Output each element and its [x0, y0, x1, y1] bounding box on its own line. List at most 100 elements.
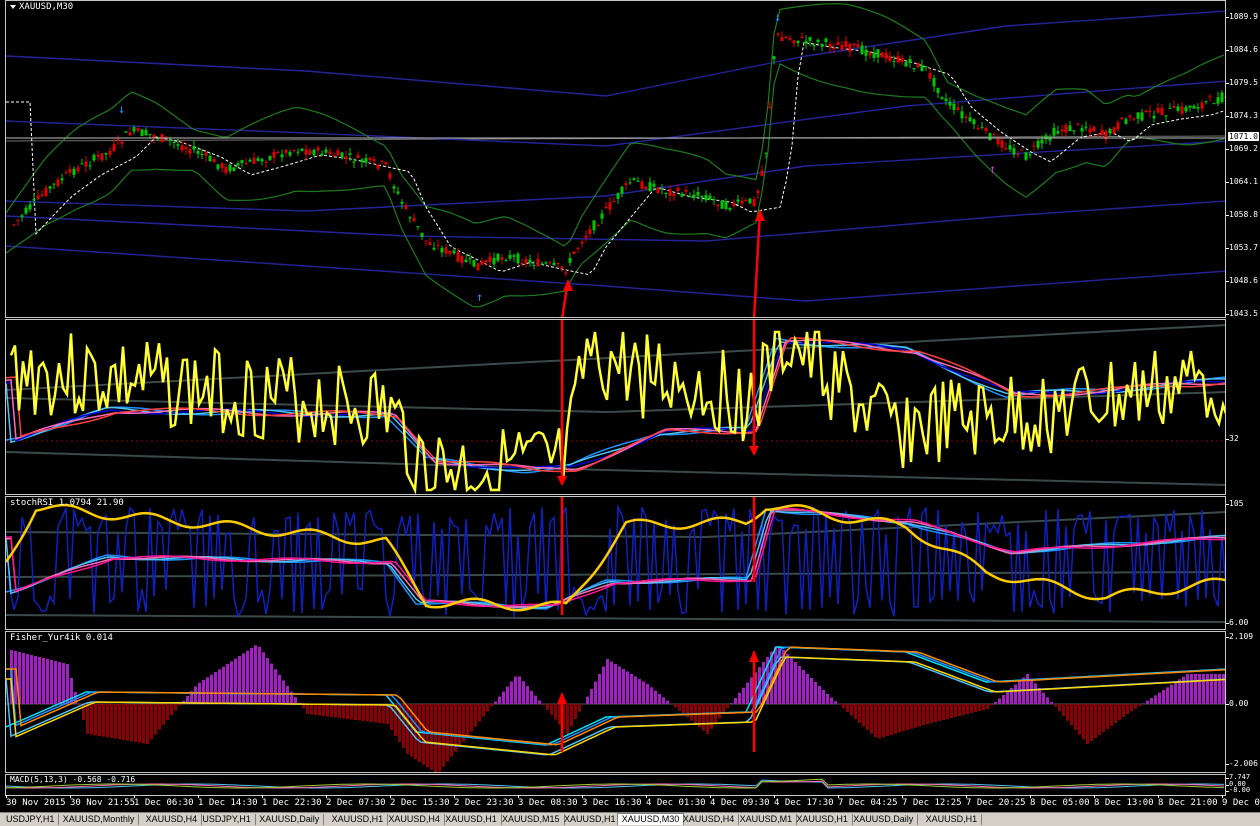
candle-body — [428, 242, 432, 245]
histogram-bar — [154, 704, 157, 735]
histogram-bar — [786, 654, 789, 704]
histogram-bar — [870, 704, 873, 734]
histogram-bar — [998, 698, 1001, 704]
candle-body — [692, 194, 696, 199]
candle-body — [532, 265, 536, 267]
chart-tab[interactable]: XAUUSD,Daily — [849, 814, 919, 825]
chart-tab[interactable]: USDJPY,H1 — [198, 814, 256, 825]
histogram-bar — [842, 704, 845, 709]
rsi-pane[interactable] — [5, 319, 1226, 495]
histogram-bar — [1154, 695, 1157, 704]
candle-body — [920, 65, 924, 71]
price-tick: 1053.7 — [1226, 243, 1258, 252]
histogram-bar — [970, 704, 973, 713]
histogram-bar — [678, 704, 681, 711]
histogram-bar — [598, 674, 601, 704]
histogram-bar — [1194, 674, 1197, 704]
candle-body — [1016, 153, 1020, 155]
macd-pane[interactable]: MACD(5,13,3) -0.568 -0.716 — [5, 774, 1226, 796]
candle-body — [1072, 130, 1076, 132]
candle-body — [544, 262, 548, 264]
candle-body — [404, 205, 408, 209]
stochrsi-pane[interactable]: stochRSI 1.0794 21.90 — [5, 496, 1226, 630]
histogram-bar — [730, 703, 733, 704]
signal-arrowhead — [563, 279, 573, 291]
signal-arrow — [752, 210, 762, 317]
histogram-bar — [946, 704, 949, 719]
fisher-pane[interactable]: Fisher_Yur4ik 0.014 — [5, 631, 1226, 773]
candle-body — [732, 202, 736, 206]
candle-body — [104, 152, 108, 155]
dropdown-icon[interactable] — [10, 4, 16, 9]
chart-tab[interactable]: XAUUSD,M30 — [616, 813, 685, 825]
candle-body — [948, 101, 952, 106]
histogram-bar — [890, 704, 893, 735]
chart-tab[interactable]: XAUUSD,H1 — [792, 814, 853, 825]
candle-body — [128, 132, 132, 136]
fractal-arrow: ↑ — [989, 162, 996, 176]
candle-body — [220, 163, 224, 169]
histogram-bar — [734, 698, 737, 704]
histogram-bar — [574, 704, 577, 719]
candle-body — [796, 40, 800, 43]
candle-body — [248, 159, 252, 162]
chart-tab[interactable]: XAUUSD,Daily — [255, 814, 325, 825]
candle-body — [812, 45, 816, 47]
macd-canvas — [6, 778, 1225, 789]
candle-body — [16, 219, 20, 221]
chart-tab[interactable]: XAUUSD,H4 — [384, 814, 445, 825]
chart-tab[interactable]: XAUUSD,H1 — [922, 814, 983, 825]
chart-tab[interactable]: XAUUSD,Monthly — [59, 814, 140, 825]
histogram-bar — [174, 704, 177, 711]
candle-body — [508, 254, 512, 259]
candle-body — [712, 199, 716, 201]
histogram-bar — [1018, 681, 1021, 704]
candle-body — [148, 133, 152, 135]
candle-body — [240, 160, 244, 164]
histogram-bar — [482, 704, 485, 717]
histogram-bar — [542, 704, 545, 706]
histogram-bar — [286, 686, 289, 704]
histogram-bar — [1078, 704, 1081, 735]
histogram-bar — [1166, 687, 1169, 704]
fisher-scale: 2.109 0.00 -2.006 — [1225, 631, 1260, 773]
chart-tab[interactable]: XAUUSD,H1 — [560, 814, 621, 825]
chart-tab[interactable]: XAUUSD,M1 — [736, 814, 798, 825]
candle-body — [456, 251, 460, 262]
histogram-bar — [794, 662, 797, 704]
candle-body — [268, 155, 272, 160]
chart-tab[interactable]: XAUUSD,H1 — [328, 814, 389, 825]
chart-tab[interactable]: XAUUSD,H4 — [142, 814, 203, 825]
histogram-bar — [646, 684, 649, 704]
histogram-bar — [426, 704, 429, 768]
price-chart-pane[interactable]: ↓ ↑ ↓ ↑ XAUUSD,M30 — [5, 0, 1226, 318]
histogram-bar — [1162, 690, 1165, 704]
candle-body — [704, 195, 708, 201]
histogram-bar — [310, 704, 313, 715]
chart-tab[interactable]: USDJPY,H1 — [2, 814, 60, 825]
histogram-bar — [62, 663, 65, 704]
time-label: 7 Dec 20:25 — [966, 795, 1026, 808]
chart-tab[interactable]: XAUUSD,H1 — [441, 814, 502, 825]
candle-body — [788, 38, 792, 40]
candle-body — [92, 154, 96, 161]
histogram-bar — [718, 704, 721, 719]
macd-bottom-tick: -8.00 — [1225, 786, 1251, 794]
candle-body — [84, 161, 88, 167]
candle-body — [424, 240, 428, 242]
time-label: 2 Dec 15:30 — [390, 795, 450, 808]
candle-body — [980, 126, 984, 128]
candle-body — [908, 58, 912, 63]
chart-tab[interactable]: XAUUSD,M15 — [498, 814, 565, 825]
candle-body — [56, 179, 60, 187]
candle-body — [600, 213, 604, 219]
candle-body — [468, 258, 472, 260]
histogram-bar — [506, 686, 509, 704]
candle-body — [236, 163, 240, 166]
histogram-bar — [658, 694, 661, 704]
chart-tab[interactable]: XAUUSD,H4 — [679, 814, 740, 825]
price-tick: 1089.9 — [1226, 12, 1258, 21]
histogram-bar — [46, 659, 49, 704]
candle-body — [476, 263, 480, 271]
candle-body — [440, 247, 444, 253]
